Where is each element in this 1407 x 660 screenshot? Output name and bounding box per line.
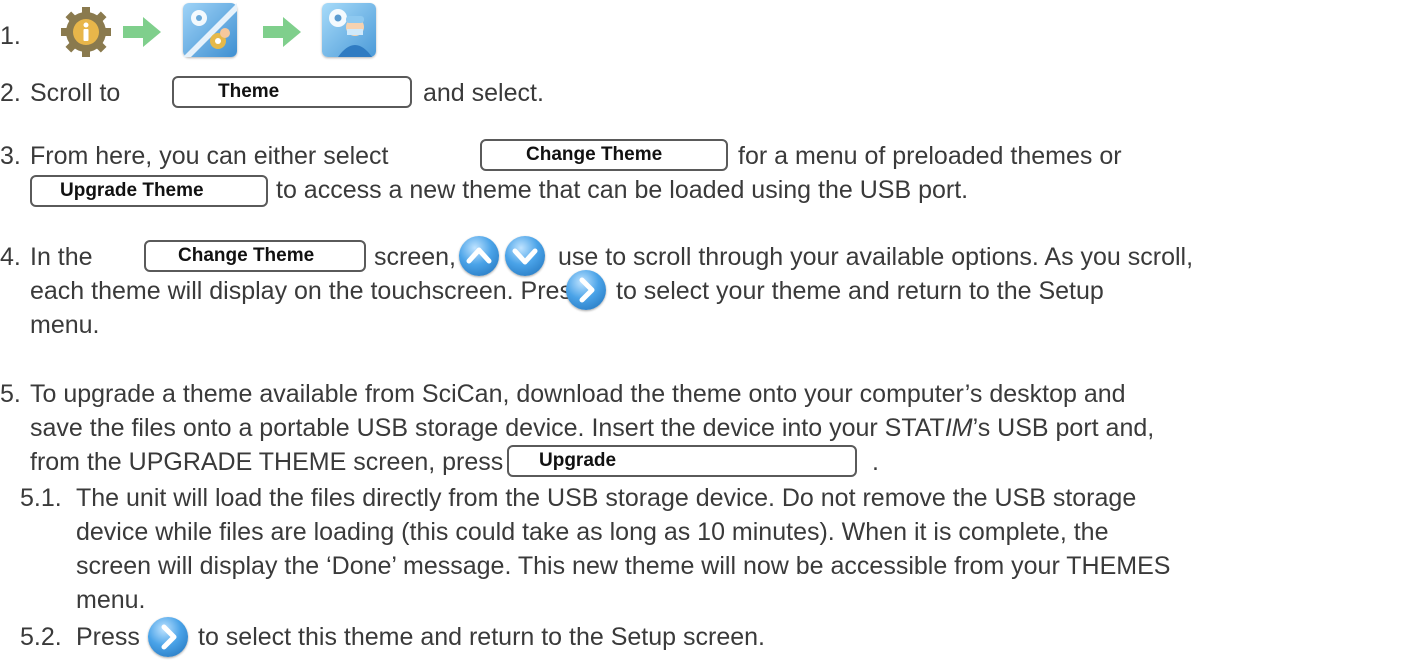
upgrade-button[interactable]: Upgrade (507, 445, 857, 477)
step-text: save the files onto a portable USB stora… (30, 413, 1154, 443)
upgrade-theme-button[interactable]: Upgrade Theme (30, 175, 268, 207)
step-text: device while files are loading (this cou… (76, 518, 1109, 546)
step-text: screen, (374, 243, 456, 271)
step-number: 3. (0, 142, 21, 170)
step-number: 4. (0, 243, 21, 271)
product-name-italic: IM (944, 414, 973, 442)
step-number: 2. (0, 79, 21, 107)
technician-settings-icon (183, 3, 237, 57)
step-text: from the UPGRADE THEME screen, press (30, 448, 504, 476)
step-text: In the (30, 243, 93, 271)
step-number: 1. (0, 22, 21, 50)
green-right-arrow-icon (263, 17, 301, 54)
step-number: 5.2. (20, 623, 62, 651)
step-3: 3. From here, you can either select Chan… (0, 139, 1407, 211)
step-text: to select this theme and return to the S… (198, 623, 765, 651)
step-4: 4. In the Change Theme screen, use to sc… (0, 240, 1407, 342)
theme-button[interactable]: Theme (172, 76, 412, 108)
step-5-1: 5.1. The unit will load the files direct… (0, 483, 1407, 614)
step-text: to access a new theme that can be loaded… (276, 176, 969, 204)
step-number: 5.1. (20, 484, 62, 512)
step-text: To upgrade a theme available from SciCan… (30, 380, 1126, 408)
step-text: screen will display the ‘Done’ message. … (76, 552, 1171, 580)
step-text: Press (76, 623, 140, 651)
doctor-settings-icon (322, 3, 376, 57)
step-text: The unit will load the files directly fr… (76, 484, 1137, 512)
info-gear-icon (58, 4, 114, 67)
step-5: 5. To upgrade a theme available from Sci… (0, 379, 1407, 479)
step-text-part: save the files onto a portable USB stora… (30, 414, 945, 442)
step-5-2: 5.2. Press to select this theme and retu… (0, 622, 1407, 656)
step-text: each theme will display on the touchscre… (30, 277, 585, 305)
change-theme-button[interactable]: Change Theme (144, 240, 366, 272)
step-text: use to scroll through your available opt… (558, 243, 1194, 271)
change-theme-button[interactable]: Change Theme (480, 139, 728, 171)
down-arrow-button-icon[interactable] (505, 236, 545, 276)
step-text: . (872, 448, 879, 476)
step-text: to select your theme and return to the S… (616, 277, 1104, 305)
step-text: From here, you can either select (30, 142, 389, 170)
step-text: and select. (423, 79, 544, 107)
green-right-arrow-icon (123, 17, 161, 54)
step-2: 2. Scroll to Theme and select. (0, 76, 1407, 112)
step-text-part: ’s USB port and, (972, 414, 1155, 442)
right-arrow-button-icon[interactable] (148, 617, 188, 657)
step-number: 5. (0, 380, 21, 408)
up-arrow-button-icon[interactable] (459, 236, 499, 276)
step-text: menu. (76, 586, 146, 614)
step-text: for a menu of preloaded themes or (738, 142, 1122, 170)
right-arrow-button-icon[interactable] (566, 270, 606, 310)
step-text: menu. (30, 311, 100, 339)
step-text: Scroll to (30, 79, 121, 107)
